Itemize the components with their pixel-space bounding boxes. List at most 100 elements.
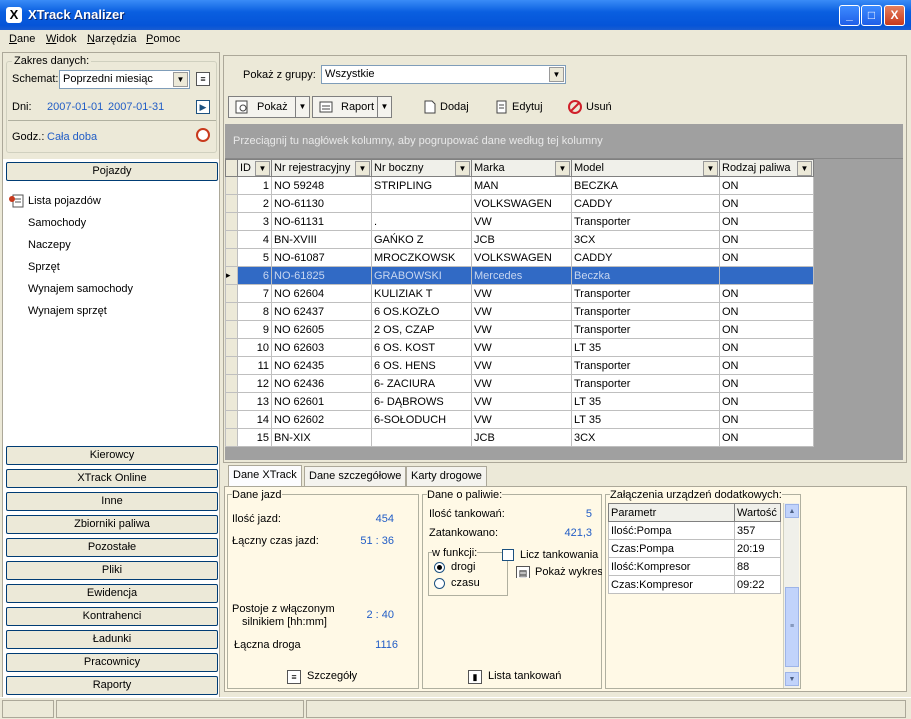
- row-indicator[interactable]: [225, 194, 238, 213]
- close-button[interactable]: X: [884, 5, 905, 26]
- szczegoly-button[interactable]: ≡ Szczegóły: [287, 670, 357, 684]
- nav-item-wynajem-sprzet[interactable]: Wynajem sprzęt: [28, 305, 107, 317]
- menu-dane[interactable]: Dane: [9, 33, 35, 45]
- chevron-down-icon[interactable]: ▼: [295, 97, 309, 117]
- table-row[interactable]: Czas:Kompresor 09:22: [608, 575, 781, 594]
- table-row[interactable]: 12 NO 62436 6- ZACIURA VW Transporter ON: [225, 374, 814, 393]
- column-header-wartosc[interactable]: Wartość: [734, 503, 781, 522]
- column-header-model[interactable]: Model ▼: [571, 159, 720, 177]
- godz-value[interactable]: Cała doba: [47, 131, 97, 143]
- row-indicator[interactable]: [225, 338, 238, 357]
- dodaj-button[interactable]: Dodaj: [422, 100, 469, 114]
- scroll-thumb[interactable]: ≡: [785, 587, 799, 667]
- table-row[interactable]: 11 NO 62435 6 OS. HENS VW Transporter ON: [225, 356, 814, 375]
- table-row[interactable]: ▸ 6 NO-61825 GRABOWSKI Mercedes Beczka: [225, 266, 814, 285]
- table-row[interactable]: Czas:Pompa 20:19: [608, 539, 781, 558]
- table-row[interactable]: 2 NO-61130 VOLKSWAGEN CADDY ON: [225, 194, 814, 213]
- row-indicator[interactable]: [225, 356, 238, 375]
- nav-inne[interactable]: Inne: [6, 492, 218, 511]
- table-row[interactable]: 3 NO-61131. VW Transporter ON: [225, 212, 814, 231]
- nav-item-wynajem-samochody[interactable]: Wynajem samochody: [28, 283, 133, 295]
- clock-icon[interactable]: [196, 128, 210, 142]
- row-indicator[interactable]: [225, 428, 238, 447]
- column-header-nr-boczny[interactable]: Nr boczny ▼: [371, 159, 472, 177]
- table-row[interactable]: 4 BN-XVIII GAŃKO Z JCB 3CX ON: [225, 230, 814, 249]
- pokaz-button[interactable]: Pokaż ▼: [228, 96, 310, 118]
- tab-dane-szczegolowe[interactable]: Dane szczegółowe: [304, 466, 407, 486]
- chevron-down-icon[interactable]: ▼: [377, 97, 391, 117]
- row-indicator[interactable]: ▸: [225, 266, 238, 285]
- column-header-nr-rejestracyjny[interactable]: Nr rejestracyjny ▼: [271, 159, 372, 177]
- licz-tankowania-checkbox[interactable]: [502, 549, 514, 561]
- nav-zbiorniki-paliwa[interactable]: Zbiorniki paliwa: [6, 515, 218, 534]
- table-row[interactable]: Ilość:Kompresor 88: [608, 557, 781, 576]
- cell-id: 6: [237, 266, 272, 285]
- nav-item-naczepy[interactable]: Naczepy: [28, 239, 71, 251]
- raport-button[interactable]: Raport ▼: [312, 96, 392, 118]
- menu-pomoc[interactable]: Pomoc: [146, 33, 180, 45]
- radio-czasu[interactable]: [434, 578, 445, 589]
- nav-item-sprzet[interactable]: Sprzęt: [28, 261, 60, 273]
- row-indicator[interactable]: [225, 230, 238, 249]
- pokaz-wykres-button[interactable]: ▤ Pokaż wykres: [516, 566, 602, 578]
- nav-ewidencja[interactable]: Ewidencja: [6, 584, 218, 603]
- title-bar[interactable]: X XTrack Analizer _ □ X: [0, 0, 911, 30]
- nav-pracownicy[interactable]: Pracownicy: [6, 653, 218, 672]
- radio-drogi[interactable]: [434, 562, 445, 573]
- row-indicator[interactable]: [225, 392, 238, 411]
- nav-item-samochody[interactable]: Samochody: [28, 217, 86, 229]
- lista-tankowan-button[interactable]: ▮ Lista tankowań: [468, 670, 561, 684]
- row-indicator[interactable]: [225, 212, 238, 231]
- nav-pojazdy[interactable]: Pojazdy: [6, 162, 218, 181]
- table-row[interactable]: 14 NO 62602 6-SOŁODUCH VW LT 35 ON: [225, 410, 814, 429]
- nav-kierowcy[interactable]: Kierowcy: [6, 446, 218, 465]
- scroll-up-icon[interactable]: ▲: [785, 504, 799, 518]
- table-row[interactable]: Ilość:Pompa 357: [608, 521, 781, 540]
- group-filter-select[interactable]: Wszystkie ▼: [321, 65, 566, 84]
- table-row[interactable]: 9 NO 62605 2 OS, CZAP VW Transporter ON: [225, 320, 814, 339]
- row-indicator[interactable]: [225, 248, 238, 267]
- tab-dane-xtrack[interactable]: Dane XTrack: [228, 465, 302, 487]
- row-indicator[interactable]: [225, 284, 238, 303]
- nav-kontrahenci[interactable]: Kontrahenci: [6, 607, 218, 626]
- nav-pozostale[interactable]: Pozostałe: [6, 538, 218, 557]
- usun-button[interactable]: Usuń: [568, 100, 612, 114]
- menu-bar: Dane Widok Narzędzia Pomoc: [0, 30, 911, 50]
- column-header-parametr[interactable]: Parametr: [608, 503, 735, 522]
- menu-narzedzia[interactable]: Narzędzia: [87, 33, 137, 45]
- maximize-button[interactable]: □: [861, 5, 882, 26]
- row-indicator[interactable]: [225, 410, 238, 429]
- edytuj-button[interactable]: Edytuj: [494, 100, 543, 114]
- table-row[interactable]: 7 NO 62604 KULIZIAK T VW Transporter ON: [225, 284, 814, 303]
- column-header-marka[interactable]: Marka ▼: [471, 159, 572, 177]
- row-indicator[interactable]: [225, 176, 238, 195]
- menu-widok[interactable]: Widok: [46, 33, 77, 45]
- table-row[interactable]: 13 NO 62601 6- DĄBROWS VW LT 35 ON: [225, 392, 814, 411]
- nav-item-lista-pojazdow[interactable]: Lista pojazdów: [28, 195, 101, 207]
- schemat-edit-icon[interactable]: ≡: [196, 72, 210, 86]
- schemat-select[interactable]: Poprzedni miesiąc ▼: [59, 70, 190, 89]
- nav-pliki[interactable]: Pliki: [6, 561, 218, 580]
- table-row[interactable]: 1 NO 59248 STRIPLING MAN BECZKA ON: [225, 176, 814, 195]
- cell-id: 4: [237, 230, 272, 249]
- vertical-scrollbar[interactable]: ▲ ≡ ▼: [783, 503, 799, 688]
- table-row[interactable]: 10 NO 62603 6 OS. KOST VW LT 35 ON: [225, 338, 814, 357]
- date-from[interactable]: 2007-01-01: [47, 101, 103, 113]
- date-to[interactable]: 2007-01-31: [108, 101, 164, 113]
- row-indicator[interactable]: [225, 302, 238, 321]
- nav-xtrack-online[interactable]: XTrack Online: [6, 469, 218, 488]
- play-icon[interactable]: ▶: [196, 100, 210, 114]
- table-row[interactable]: 5 NO-61087 MROCZKOWSK VOLKSWAGEN CADDY ON: [225, 248, 814, 267]
- column-header-id[interactable]: ID ▼: [237, 159, 272, 177]
- minimize-button[interactable]: _: [839, 5, 860, 26]
- tab-karty-drogowe[interactable]: Karty drogowe: [406, 466, 487, 486]
- scroll-down-icon[interactable]: ▼: [785, 672, 799, 686]
- table-row[interactable]: 15 BN-XIX JCB 3CX ON: [225, 428, 814, 447]
- group-by-area[interactable]: Przeciągnij tu nagłówek kolumny, aby pog…: [225, 124, 903, 158]
- table-row[interactable]: 8 NO 62437 6 OS.KOZŁO VW Transporter ON: [225, 302, 814, 321]
- column-header-rodzaj-paliwa[interactable]: Rodzaj paliwa ▼: [719, 159, 814, 177]
- row-indicator[interactable]: [225, 374, 238, 393]
- nav-ladunki[interactable]: Ładunki: [6, 630, 218, 649]
- row-indicator[interactable]: [225, 320, 238, 339]
- nav-raporty[interactable]: Raporty: [6, 676, 218, 695]
